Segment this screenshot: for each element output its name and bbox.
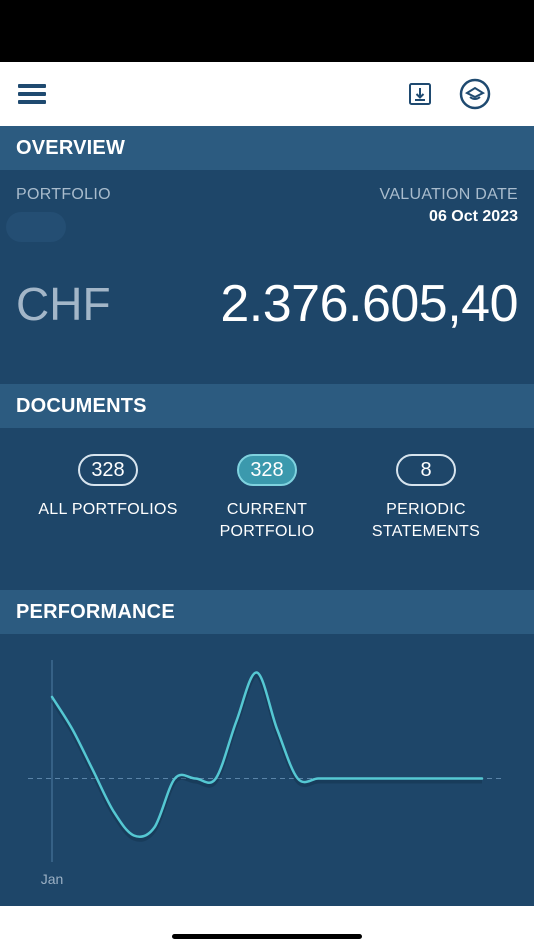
overview-title: OVERVIEW [16,137,126,159]
top-navigation-bar [0,62,534,126]
currency-code: CHF [16,278,111,330]
download-icon[interactable] [408,82,432,106]
document-category-label: CURRENT PORTFOLIO [219,501,315,540]
valuation-date-label: VALUATION DATE [379,186,518,203]
dashboard-content: OVERVIEW PORTFOLIO VALUATION DATE 06 Oct… [0,126,534,906]
bottom-bar [0,906,534,950]
performance-header: PERFORMANCE [0,590,534,634]
hamburger-menu-icon[interactable] [18,84,46,104]
profile-badge-icon[interactable] [459,78,491,110]
current-portfolio-documents[interactable]: 328 CURRENT PORTFOLIO [182,454,352,543]
performance-line [50,671,484,839]
x-tick-label: Jan [41,871,64,887]
document-category-label: ALL PORTFOLIOS [38,501,178,518]
portfolio-label: PORTFOLIO [16,186,111,203]
portfolio-selector[interactable] [6,212,66,242]
document-category-label: PERIODIC STATEMENTS [371,501,481,540]
portfolio-total-value: 2.376.605,40 [220,275,518,333]
document-count-badge: 8 [396,454,456,486]
home-indicator[interactable] [172,934,362,939]
periodic-statements-documents[interactable]: 8 PERIODIC STATEMENTS [341,454,511,543]
document-count-badge: 328 [237,454,297,486]
performance-chart: Jan [28,660,504,887]
performance-title: PERFORMANCE [16,601,175,623]
documents-header: DOCUMENTS [0,384,534,428]
overview-header: OVERVIEW [0,126,534,170]
document-count-badge: 328 [78,454,138,486]
all-portfolios-documents[interactable]: 328 ALL PORTFOLIOS [23,454,193,521]
valuation-date-value: 06 Oct 2023 [429,208,518,225]
status-bar [0,0,534,62]
documents-title: DOCUMENTS [16,395,147,417]
